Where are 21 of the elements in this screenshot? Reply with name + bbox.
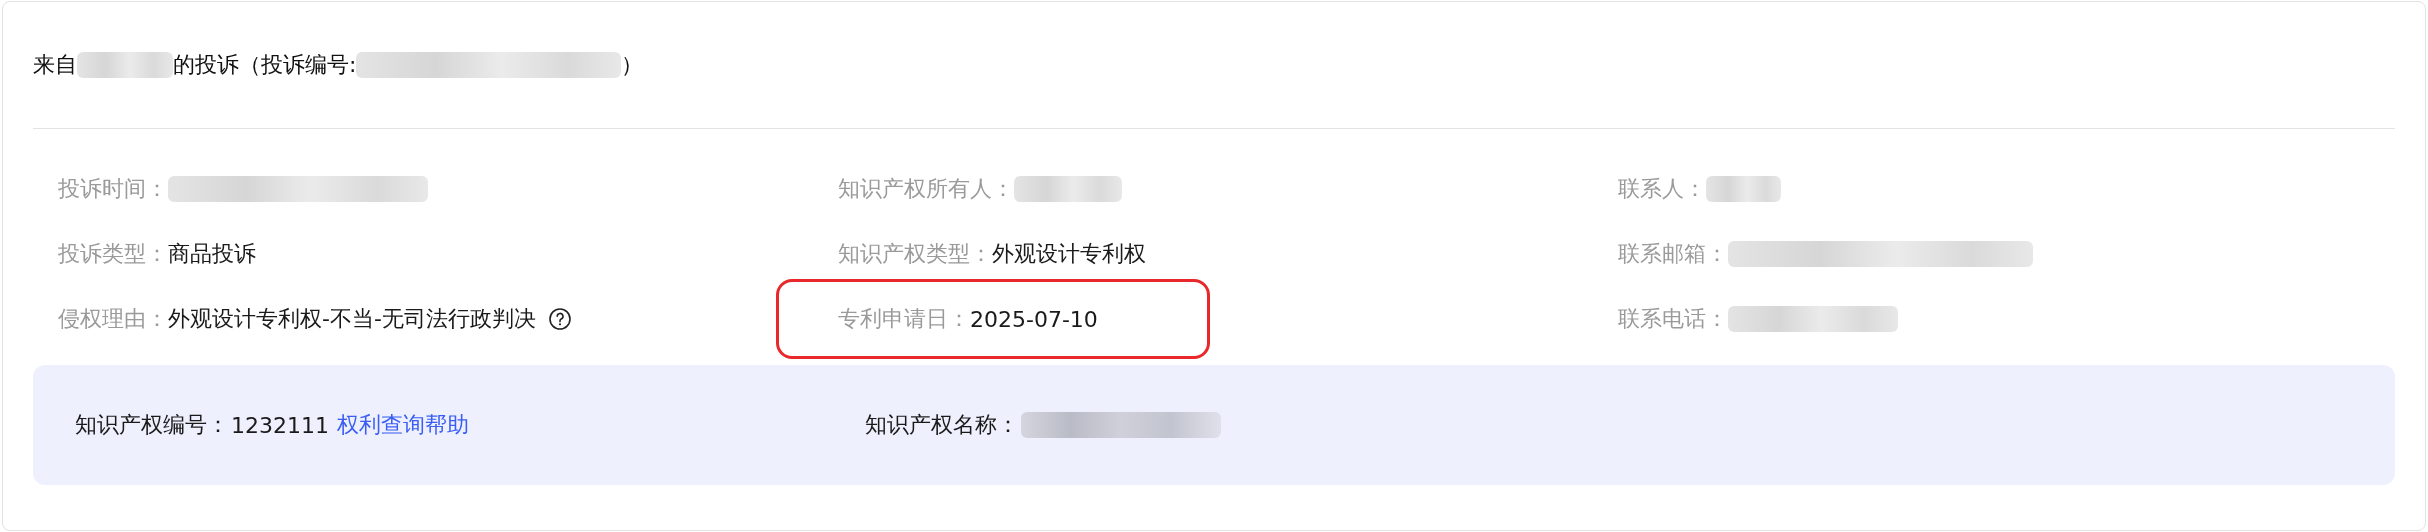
complaint-title: 来自	[33, 51, 77, 79]
field-label: 知识产权类型：	[838, 240, 992, 268]
field-value: 2025-07-10	[970, 306, 1098, 332]
field-label: 联系人：	[1618, 175, 1706, 203]
help-icon[interactable]	[547, 307, 572, 331]
field-label: 知识产权所有人：	[838, 175, 1014, 203]
field-label: 联系邮箱：	[1618, 240, 1728, 268]
field-label: 侵权理由：	[58, 305, 168, 333]
field-value: 外观设计专利权	[992, 240, 1146, 268]
field-label: 联系电话：	[1618, 305, 1728, 333]
field-label: 专利申请日：	[838, 305, 970, 333]
field-value: 外观设计专利权-不当-无司法行政判决	[168, 305, 536, 333]
field-value: 商品投诉	[168, 240, 256, 268]
field-label: 知识产权名称：	[865, 411, 1019, 439]
field-label: 投诉类型：	[58, 240, 168, 268]
field-value: 1232111	[231, 412, 329, 438]
field-label: 知识产权编号：	[75, 411, 229, 439]
complaint-title: ）	[621, 51, 644, 79]
field-label: 投诉时间：	[58, 175, 168, 203]
complaint-title: 的投诉（投诉编号:	[173, 51, 357, 79]
help-link[interactable]: 权利查询帮助	[337, 410, 469, 440]
